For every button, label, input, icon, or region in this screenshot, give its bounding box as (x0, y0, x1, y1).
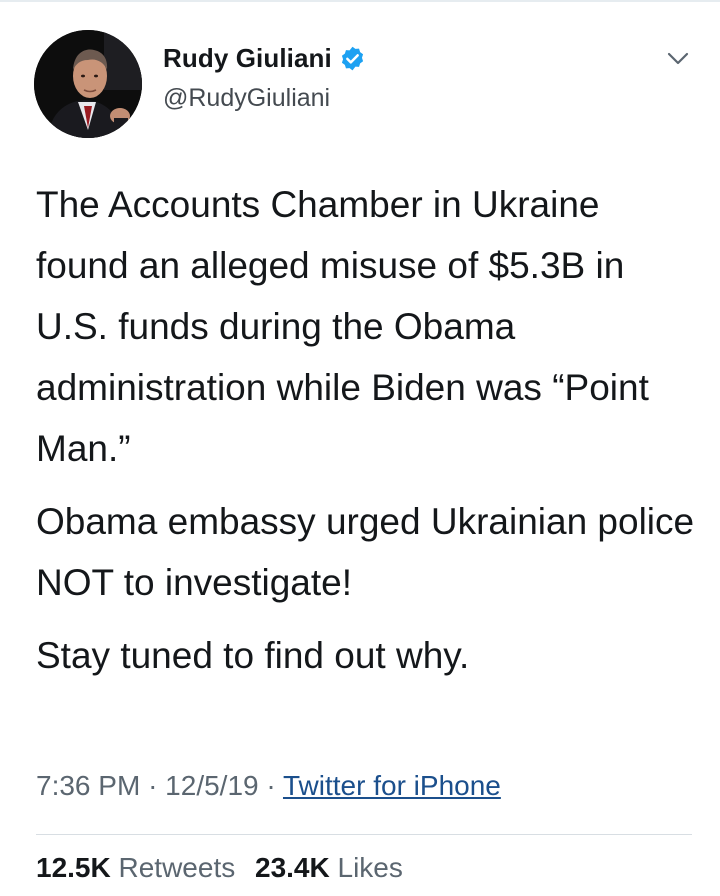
name-row: Rudy Giuliani (163, 40, 366, 76)
tweet-source-link[interactable]: Twitter for iPhone (283, 770, 501, 801)
tweet-meta: 7:36 PM · 12/5/19 · Twitter for iPhone (36, 770, 501, 802)
tweet-date[interactable]: 12/5/19 (165, 770, 258, 801)
tweet-text: The Accounts Chamber in Ukraine found an… (36, 174, 696, 686)
retweets-count[interactable]: 12.5K (36, 852, 111, 883)
stats-divider (36, 834, 692, 835)
meta-separator: · (148, 770, 158, 801)
likes-label[interactable]: Likes (338, 852, 403, 883)
tweet-paragraph: The Accounts Chamber in Ukraine found an… (36, 184, 649, 469)
tweet-time[interactable]: 7:36 PM (36, 770, 140, 801)
user-handle[interactable]: @RudyGiuliani (163, 84, 330, 113)
tweet-paragraph: Stay tuned to find out why. (36, 635, 470, 676)
meta-separator: · (266, 770, 276, 801)
retweets-label[interactable]: Retweets (119, 852, 236, 883)
chevron-down-icon[interactable] (667, 52, 689, 66)
display-name[interactable]: Rudy Giuliani (163, 43, 332, 74)
tweet-stats: 12.5K Retweets 23.4K Likes (36, 852, 403, 884)
verified-badge-icon (339, 45, 366, 72)
likes-count[interactable]: 23.4K (255, 852, 330, 883)
avatar-portrait-icon (34, 30, 142, 138)
tweet-paragraph: Obama embassy urged Ukrainian police NOT… (36, 501, 695, 603)
avatar[interactable] (34, 30, 142, 138)
tweet-card: Rudy Giuliani @RudyGiuliani The Accounts… (0, 0, 720, 896)
top-divider (0, 0, 720, 2)
